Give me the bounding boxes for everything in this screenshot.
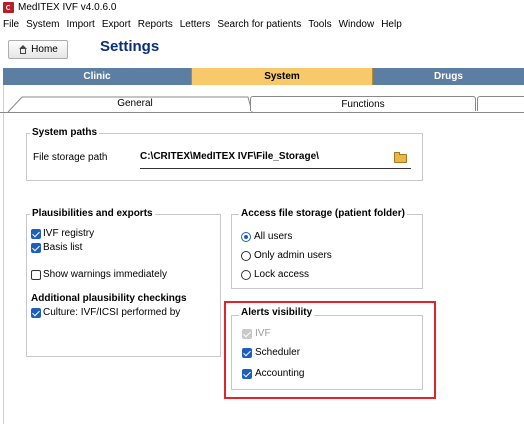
tab-system[interactable]: System — [191, 68, 373, 85]
menu-reports[interactable]: Reports — [138, 19, 173, 30]
menu-file[interactable]: File — [3, 19, 19, 30]
system-paths-title: System paths — [30, 127, 100, 138]
only-admin-radio[interactable] — [241, 251, 251, 261]
subtab-functions[interactable]: Functions — [250, 96, 476, 111]
lock-access-label: Lock access — [254, 269, 310, 280]
culture-performed-label: Culture: IVF/ICSI performed by — [43, 307, 181, 318]
page-title: Settings — [100, 38, 160, 55]
menu-help[interactable]: Help — [381, 19, 402, 30]
menu-search-patients[interactable]: Search for patients — [217, 19, 301, 30]
menu-system[interactable]: System — [26, 19, 59, 30]
tab-drugs[interactable]: Drugs — [373, 68, 524, 85]
folder-browse-icon[interactable] — [393, 150, 409, 166]
menu-export[interactable]: Export — [102, 19, 131, 30]
culture-performed-checkbox[interactable] — [31, 308, 41, 318]
basis-list-checkbox[interactable] — [31, 243, 41, 253]
tab-clinic[interactable]: Clinic — [3, 68, 191, 85]
ivf-registry-label: IVF registry — [43, 228, 95, 239]
menu-letters[interactable]: Letters — [180, 19, 211, 30]
show-warnings-label: Show warnings immediately — [43, 269, 167, 280]
main-tab-bar: Clinic System Drugs — [3, 68, 524, 85]
home-button[interactable]: Home — [8, 40, 68, 59]
subtab-more[interactable] — [477, 96, 524, 111]
only-admin-label: Only admin users — [254, 250, 332, 261]
lock-access-radio[interactable] — [241, 270, 251, 280]
file-storage-path-field[interactable]: C:\CRITEX\MedITEX IVF\File_Storage\ — [140, 149, 411, 169]
home-button-label: Home — [31, 44, 58, 55]
menu-window[interactable]: Window — [339, 19, 375, 30]
title-bar: MedITEX IVF v4.0.6.0 — [0, 0, 524, 15]
all-users-radio[interactable] — [241, 232, 251, 242]
file-storage-label: File storage path — [33, 152, 108, 163]
plausibilities-title: Plausibilities and exports — [30, 208, 155, 219]
app-logo-icon — [3, 2, 14, 13]
menu-import[interactable]: Import — [66, 19, 94, 30]
alerts-highlight-box — [224, 301, 436, 399]
subtab-general[interactable]: General — [22, 96, 248, 111]
basis-list-label: Basis list — [43, 242, 83, 253]
window-title: MedITEX IVF v4.0.6.0 — [18, 2, 117, 13]
menu-bar: File System Import Export Reports Letter… — [0, 16, 524, 33]
home-icon — [18, 44, 28, 55]
all-users-label: All users — [254, 231, 293, 242]
menu-tools[interactable]: Tools — [308, 19, 331, 30]
additional-checkings-title: Additional plausibility checkings — [31, 293, 187, 304]
access-storage-title: Access file storage (patient folder) — [239, 208, 407, 219]
ivf-registry-checkbox[interactable] — [31, 229, 41, 239]
show-warnings-checkbox[interactable] — [31, 270, 41, 280]
